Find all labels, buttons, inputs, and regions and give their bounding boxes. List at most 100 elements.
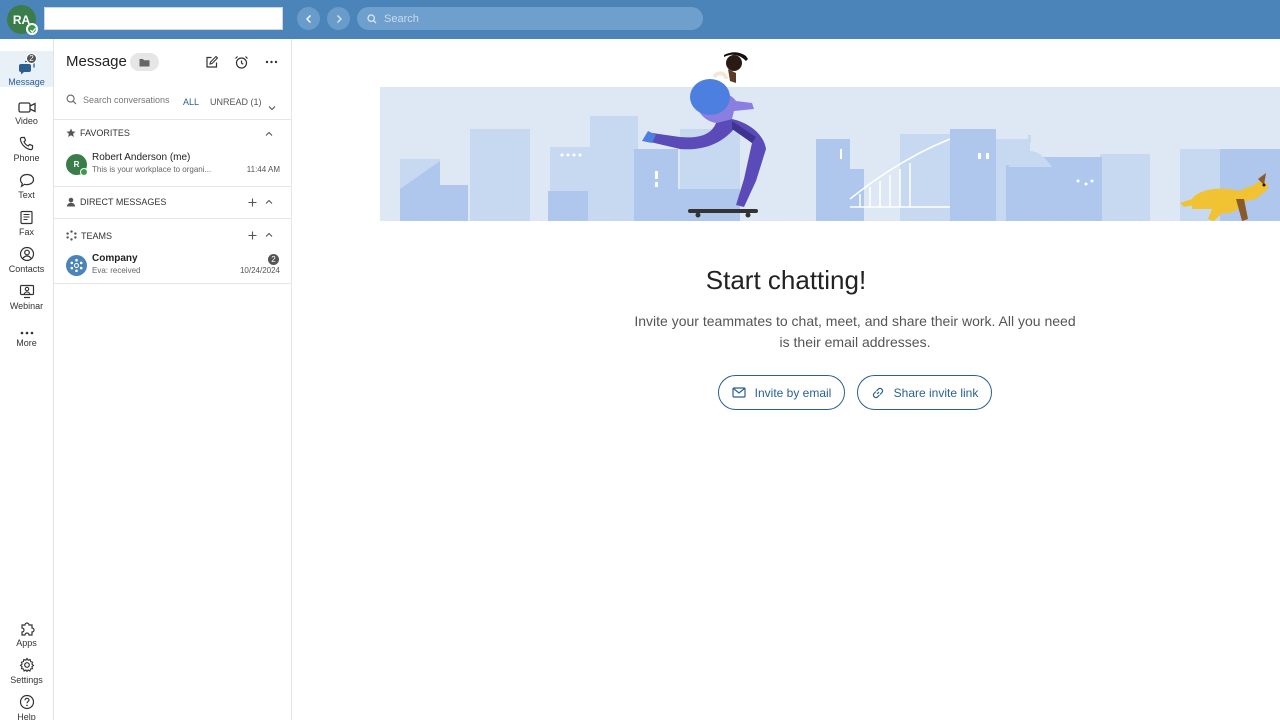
forward-button[interactable] xyxy=(327,7,350,30)
global-search-input[interactable]: Search xyxy=(357,7,703,30)
compose-button[interactable] xyxy=(203,53,221,71)
search-icon xyxy=(367,13,377,23)
folder-icon xyxy=(139,58,150,66)
divider xyxy=(54,218,291,219)
favorites-title: FAVORITES xyxy=(80,128,130,138)
invite-by-email-button[interactable]: Invite by email xyxy=(718,375,845,410)
share-invite-link-label: Share invite link xyxy=(893,385,979,400)
compose-icon xyxy=(206,55,219,68)
rail-item-help[interactable]: Help xyxy=(0,685,53,720)
share-invite-link-button[interactable]: Share invite link xyxy=(857,375,992,410)
rail-label-contacts: Contacts xyxy=(8,264,45,274)
filter-unread-tab[interactable]: UNREAD (1) xyxy=(210,97,262,107)
rail-label-video: Video xyxy=(15,116,38,126)
direct-messages-section-header[interactable]: DIRECT MESSAGES xyxy=(66,197,166,207)
folder-button[interactable] xyxy=(130,53,159,71)
link-icon xyxy=(872,387,883,398)
rail-item-contacts[interactable]: Contacts xyxy=(0,237,53,274)
rail-label-settings: Settings xyxy=(10,675,43,685)
star-icon xyxy=(66,128,76,137)
webinar-icon xyxy=(19,284,34,299)
favorites-collapse-button[interactable] xyxy=(265,131,273,137)
rail-label-fax: Fax xyxy=(18,227,34,237)
left-nav-rail: Message 2 Video Phone Text Fax Contacts … xyxy=(0,39,54,720)
chevron-down-icon xyxy=(268,106,276,111)
rail-item-fax[interactable]: Fax xyxy=(0,200,53,237)
more-dots-icon xyxy=(20,331,33,335)
back-button[interactable] xyxy=(297,7,320,30)
search-conversations-input[interactable]: Search conversations xyxy=(66,94,170,105)
rail-label-more: More xyxy=(16,338,37,348)
rail-label-apps: Apps xyxy=(16,638,37,648)
favorites-section-header[interactable]: FAVORITES xyxy=(66,128,130,138)
rail-label-text: Text xyxy=(18,190,35,200)
add-team-button[interactable] xyxy=(248,231,257,240)
rail-item-text[interactable]: Text xyxy=(0,163,53,200)
panel-more-button[interactable] xyxy=(262,53,280,71)
invite-by-email-label: Invite by email xyxy=(754,385,832,400)
team-unread-badge: 2 xyxy=(268,254,279,265)
rail-item-more[interactable]: More xyxy=(0,311,53,348)
team-preview: Eva: received xyxy=(92,266,141,275)
gear-icon xyxy=(19,657,34,673)
person-icon xyxy=(66,197,76,207)
fax-icon xyxy=(20,210,33,225)
panel-title: Message xyxy=(66,53,127,70)
presence-status-icon xyxy=(26,23,38,35)
video-camera-icon xyxy=(17,102,36,113)
rail-label-help: Help xyxy=(17,712,36,720)
rail-item-webinar[interactable]: Webinar xyxy=(0,274,53,311)
team-conversation-item[interactable]: Company Eva: received 2 10/24/2024 xyxy=(66,252,280,280)
filter-all-tab[interactable]: ALL xyxy=(183,97,199,107)
rail-item-phone[interactable]: Phone xyxy=(0,126,53,163)
message-panel: Message Search conversations ALL UNREAD … xyxy=(54,39,292,720)
rail-item-apps[interactable]: Apps xyxy=(0,611,53,648)
rail-label-message: Message xyxy=(8,77,45,87)
more-dots-icon xyxy=(265,60,277,64)
empty-state-headline: Start chatting! xyxy=(705,265,867,295)
main-content: Start chatting! Invite your teammates to… xyxy=(292,39,1280,720)
chevron-right-icon xyxy=(336,14,342,23)
plus-icon xyxy=(248,198,257,207)
add-direct-message-button[interactable] xyxy=(248,198,257,207)
rail-label-phone: Phone xyxy=(13,153,40,163)
skateboarder-illustration xyxy=(380,52,1280,221)
puzzle-icon xyxy=(20,622,35,636)
search-icon xyxy=(66,94,77,105)
chevron-up-icon xyxy=(265,232,273,237)
top-bar: RA Search xyxy=(0,0,1280,39)
divider xyxy=(54,119,291,120)
presence-icon xyxy=(80,168,88,176)
team-name: Company xyxy=(92,253,138,264)
filter-dropdown-button[interactable] xyxy=(268,98,276,116)
rail-item-video[interactable]: Video xyxy=(0,89,53,126)
envelope-icon xyxy=(732,387,746,398)
message-unread-badge: 2 xyxy=(26,53,37,64)
chevron-up-icon xyxy=(265,199,273,204)
top-text-field[interactable] xyxy=(44,7,283,30)
direct-messages-collapse-button[interactable] xyxy=(265,199,273,205)
chevron-up-icon xyxy=(265,131,273,136)
team-time: 10/24/2024 xyxy=(239,266,280,275)
teams-title: TEAMS xyxy=(81,230,113,241)
global-search-placeholder: Search xyxy=(384,12,419,25)
phone-icon xyxy=(19,136,34,151)
conversation-preview: This is your workplace to organi... xyxy=(92,165,212,174)
teams-section-header[interactable]: TEAMS xyxy=(66,230,112,241)
teams-collapse-button[interactable] xyxy=(265,232,273,238)
plus-icon xyxy=(248,231,257,240)
search-conversations-placeholder: Search conversations xyxy=(83,94,170,105)
direct-messages-title: DIRECT MESSAGES xyxy=(80,197,167,207)
conversation-item[interactable]: R Robert Anderson (me) This is your work… xyxy=(66,151,280,179)
divider xyxy=(54,186,291,187)
contacts-icon xyxy=(19,246,34,262)
chevron-left-icon xyxy=(305,14,311,23)
divider xyxy=(54,283,291,284)
reminder-button[interactable] xyxy=(232,53,250,71)
conversation-time: 11:44 AM xyxy=(246,165,280,174)
teams-icon xyxy=(66,230,77,241)
chat-bubble-icon xyxy=(19,173,34,188)
rail-item-message[interactable]: Message 2 xyxy=(0,51,53,87)
team-logo-icon xyxy=(70,258,83,273)
rail-item-settings[interactable]: Settings xyxy=(0,648,53,685)
